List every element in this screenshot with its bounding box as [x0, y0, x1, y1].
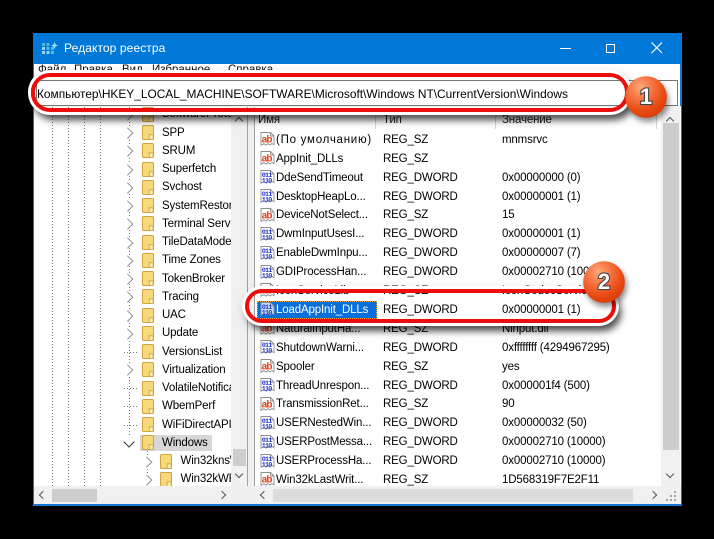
- svg-text:110: 110: [262, 348, 273, 356]
- svg-text:ab: ab: [262, 399, 273, 410]
- svg-text:110: 110: [262, 272, 273, 280]
- svg-text:110: 110: [262, 178, 273, 186]
- svg-text:110: 110: [262, 461, 273, 469]
- svg-text:110: 110: [262, 196, 273, 204]
- svg-text:ab: ab: [262, 210, 273, 221]
- svg-text:ab: ab: [262, 323, 273, 334]
- svg-text:ab: ab: [262, 361, 273, 372]
- svg-text:ab: ab: [262, 153, 273, 164]
- svg-text:110: 110: [262, 253, 273, 261]
- svg-text:110: 110: [262, 442, 273, 450]
- svg-text:110: 110: [262, 423, 273, 431]
- svg-text:2: 2: [598, 269, 610, 294]
- svg-text:1: 1: [639, 84, 651, 109]
- svg-text:110: 110: [262, 234, 273, 242]
- svg-text:ab: ab: [262, 134, 273, 145]
- svg-text:ab: ab: [262, 475, 273, 486]
- svg-text:110: 110: [262, 385, 273, 393]
